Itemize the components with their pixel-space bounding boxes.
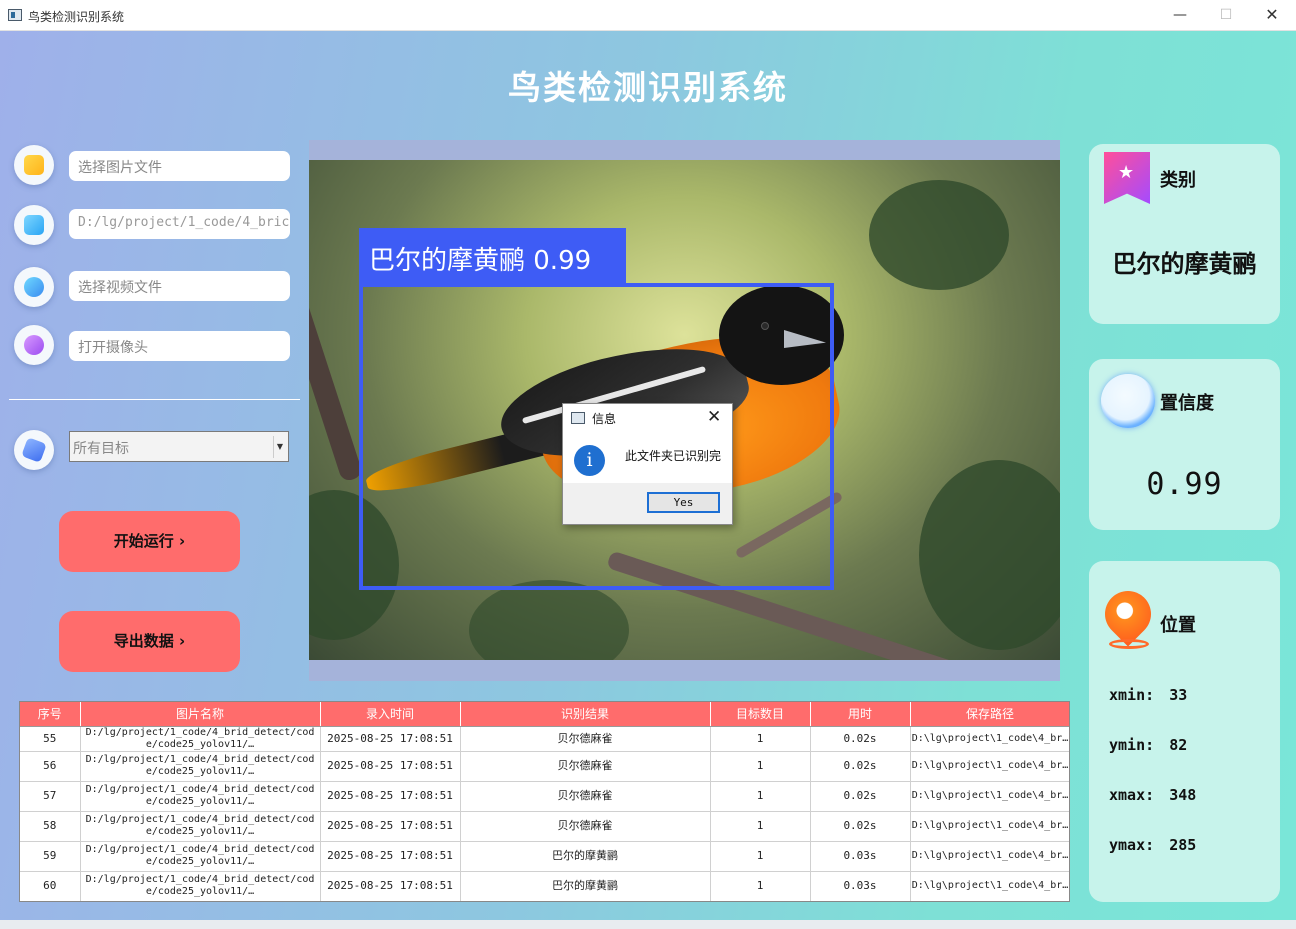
class-value: 巴尔的摩黄鹂 [1112,250,1257,278]
table-row[interactable]: 60 D:/lg/project/1_code/4_brid_detect/co… [20,871,1069,901]
col-header-time[interactable]: 录入时间 [320,702,461,727]
folder-file-icon[interactable] [14,205,54,245]
info-dialog: 信息 ✕ i 此文件夹已识别完 Yes [562,403,733,525]
target-icon [14,430,54,470]
dialog-close-icon[interactable]: ✕ [707,407,721,427]
yes-button[interactable]: Yes [647,492,720,513]
position-panel: 位置 xmin: 33 ymin: 82 xmax: 348 ymax: 285 [1089,561,1280,902]
col-header-index[interactable]: 序号 [20,702,81,727]
col-header-duration[interactable]: 用时 [810,702,911,727]
xmax-row: xmax: 348 [1109,786,1197,804]
dialog-message: 此文件夹已识别完 [625,449,722,463]
folder-path-input[interactable]: D:/lg/project/1_code/4_bric [69,209,290,239]
minimize-button[interactable]: — [1160,4,1200,26]
ymin-row: ymin: 82 [1109,736,1188,754]
ymax-row: ymax: 285 [1109,836,1197,854]
detection-label: 巴尔的摩黄鹂 0.99 [359,228,626,285]
confidence-panel: 置信度 0.99 [1089,359,1280,530]
camera-icon[interactable] [14,325,54,365]
divider [9,399,300,400]
xmin-row: xmin: 33 [1109,686,1188,704]
window-titlebar: 鸟类检测识别系统 — ☐ ✕ [0,0,1296,31]
table-row[interactable]: 56 D:/lg/project/1_code/4_brid_detect/co… [20,751,1069,782]
position-title: 位置 [1160,615,1196,636]
export-button[interactable]: 导出数据 › [59,611,240,672]
table-row[interactable]: 58 D:/lg/project/1_code/4_brid_detect/co… [20,811,1069,842]
results-table[interactable]: 序号 图片名称 录入时间 识别结果 目标数目 用时 保存路径 55 D:/lg/… [19,701,1070,902]
image-file-icon[interactable] [14,145,54,185]
col-header-image-name[interactable]: 图片名称 [80,702,321,727]
chevron-down-icon[interactable]: ▼ [273,436,286,458]
image-file-input[interactable]: 选择图片文件 [69,151,290,181]
video-file-input[interactable]: 选择视频文件 [69,271,290,301]
app-icon [8,9,22,21]
location-pin-icon [1095,581,1161,647]
table-header-row: 序号 图片名称 录入时间 识别结果 目标数目 用时 保存路径 [20,702,1069,727]
close-button[interactable]: ✕ [1252,4,1292,26]
col-header-result[interactable]: 识别结果 [460,702,711,727]
confidence-icon [1101,374,1155,428]
class-panel: ★ 类别 巴尔的摩黄鹂 [1089,144,1280,324]
window-title: 鸟类检测识别系统 [28,10,125,24]
dialog-titlebar: 信息 ✕ [563,404,732,432]
col-header-save-path[interactable]: 保存路径 [910,702,1069,727]
bottom-strip [0,920,1296,929]
target-select[interactable]: 所有目标 ▼ [69,431,289,462]
table-row[interactable]: 57 D:/lg/project/1_code/4_brid_detect/co… [20,781,1069,812]
table-row[interactable]: 55 D:/lg/project/1_code/4_brid_detect/co… [20,726,1069,752]
dialog-body: i 此文件夹已识别完 [563,432,732,483]
table-row[interactable]: 59 D:/lg/project/1_code/4_brid_detect/co… [20,841,1069,872]
confidence-title: 置信度 [1160,393,1214,414]
video-file-icon[interactable] [14,267,54,307]
target-select-value: 所有目标 [73,441,129,457]
maximize-button[interactable]: ☐ [1206,4,1246,26]
run-button[interactable]: 开始运行 › [59,511,240,572]
class-title: 类别 [1160,170,1196,191]
app-title: 鸟类检测识别系统 [508,68,788,107]
dialog-title: 信息 [592,412,617,426]
camera-input[interactable]: 打开摄像头 [69,331,290,361]
confidence-value: 0.99 [1146,467,1223,502]
col-header-count[interactable]: 目标数目 [710,702,811,727]
info-icon: i [574,445,605,476]
dialog-app-icon [571,412,585,424]
